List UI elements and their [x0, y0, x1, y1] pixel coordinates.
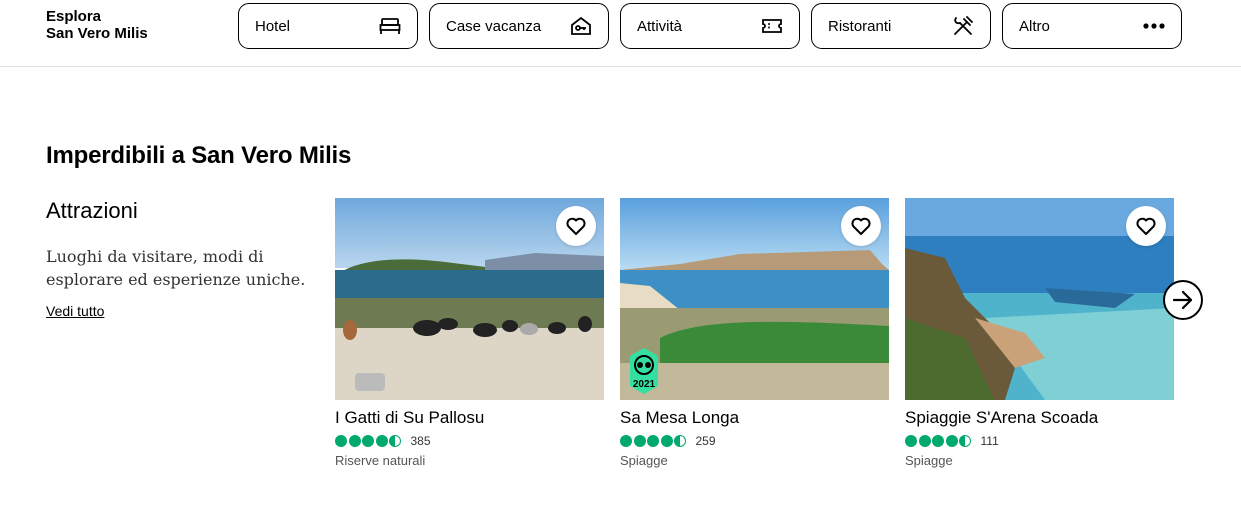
rating-bubble-full: [932, 435, 944, 447]
nav-activities-button[interactable]: Attività: [620, 3, 800, 49]
attraction-category: Spiagge: [905, 453, 953, 468]
nav-hotel-button[interactable]: Hotel: [238, 3, 418, 49]
rating-bubble-full: [335, 435, 347, 447]
attraction-title[interactable]: Sa Mesa Longa: [620, 408, 739, 428]
see-all-link[interactable]: Vedi tutto: [46, 303, 104, 319]
attraction-category: Spiagge: [620, 453, 668, 468]
page-title: Imperdibili a San Vero Milis: [46, 142, 352, 169]
nav-hotel-label: Hotel: [255, 17, 291, 35]
travellers-choice-badge: 2021: [628, 348, 660, 394]
save-favorite-button[interactable]: [1126, 206, 1166, 246]
save-favorite-button[interactable]: [556, 206, 596, 246]
nav-more-button[interactable]: Altro: [1002, 3, 1182, 49]
brand-title[interactable]: Esplora San Vero Milis: [46, 8, 148, 42]
brand-line-1: Esplora: [46, 8, 102, 25]
carousel-next-button[interactable]: [1163, 280, 1203, 320]
attraction-card[interactable]: 2021 Sa Mesa Longa 259 Spiagge: [620, 198, 889, 478]
nav-vacation-rentals-button[interactable]: Case vacanza: [429, 3, 609, 49]
save-favorite-button[interactable]: [841, 206, 881, 246]
nav-activities-label: Attività: [637, 17, 683, 35]
rating-bubble-full: [660, 435, 673, 447]
brand-line-2: San Vero Milis: [46, 25, 148, 42]
nav-restaurants-button[interactable]: Ristoranti: [811, 3, 991, 49]
rating-bubbles: 111: [905, 434, 999, 448]
attraction-category: Riserve naturali: [335, 453, 426, 468]
nav-vacation-rentals-label: Case vacanza: [446, 17, 542, 35]
review-count: 111: [980, 434, 999, 448]
nav-restaurants-label: Ristoranti: [828, 17, 892, 35]
section-title: Attrazioni: [46, 198, 138, 223]
more-dots-icon: [1143, 15, 1165, 37]
review-count: 259: [695, 434, 716, 448]
fork-knife-icon: [952, 15, 974, 37]
attraction-card[interactable]: Spiaggie S'Arena Scoada 111 Spiagge: [905, 198, 1174, 478]
attraction-title[interactable]: Spiaggie S'Arena Scoada: [905, 408, 1098, 428]
house-key-icon: [570, 15, 592, 37]
section-description: Luoghi da visitare, modi di esplorare ed…: [46, 247, 306, 289]
badge-year: 2021: [633, 379, 656, 390]
rating-bubble-half: [674, 435, 686, 447]
heart-icon: [851, 217, 871, 235]
rating-bubbles: 259: [620, 434, 716, 448]
rating-bubble-half: [389, 435, 401, 447]
attraction-title[interactable]: I Gatti di Su Pallosu: [335, 408, 484, 428]
rating-bubble-full: [647, 435, 659, 447]
heart-icon: [1136, 217, 1156, 235]
nav-more-label: Altro: [1019, 17, 1050, 35]
top-header: Esplora San Vero Milis Hotel Case vacanz…: [0, 0, 1241, 67]
rating-bubble-full: [620, 435, 632, 447]
rating-bubble-full: [633, 435, 646, 447]
rating-bubble-full: [362, 435, 374, 447]
rating-bubble-full: [375, 435, 388, 447]
rating-bubbles: 385: [335, 434, 431, 448]
rating-bubble-full: [348, 435, 361, 447]
rating-bubble-full: [905, 435, 917, 447]
arrow-right-icon: [1172, 290, 1193, 310]
rating-bubble-half: [959, 435, 971, 447]
attraction-card[interactable]: I Gatti di Su Pallosu 385 Riserve natura…: [335, 198, 604, 478]
rating-bubble-full: [945, 435, 958, 447]
heart-icon: [566, 217, 586, 235]
review-count: 385: [410, 434, 431, 448]
ticket-icon: [761, 15, 783, 37]
rating-bubble-full: [918, 435, 931, 447]
bed-icon: [379, 15, 401, 37]
